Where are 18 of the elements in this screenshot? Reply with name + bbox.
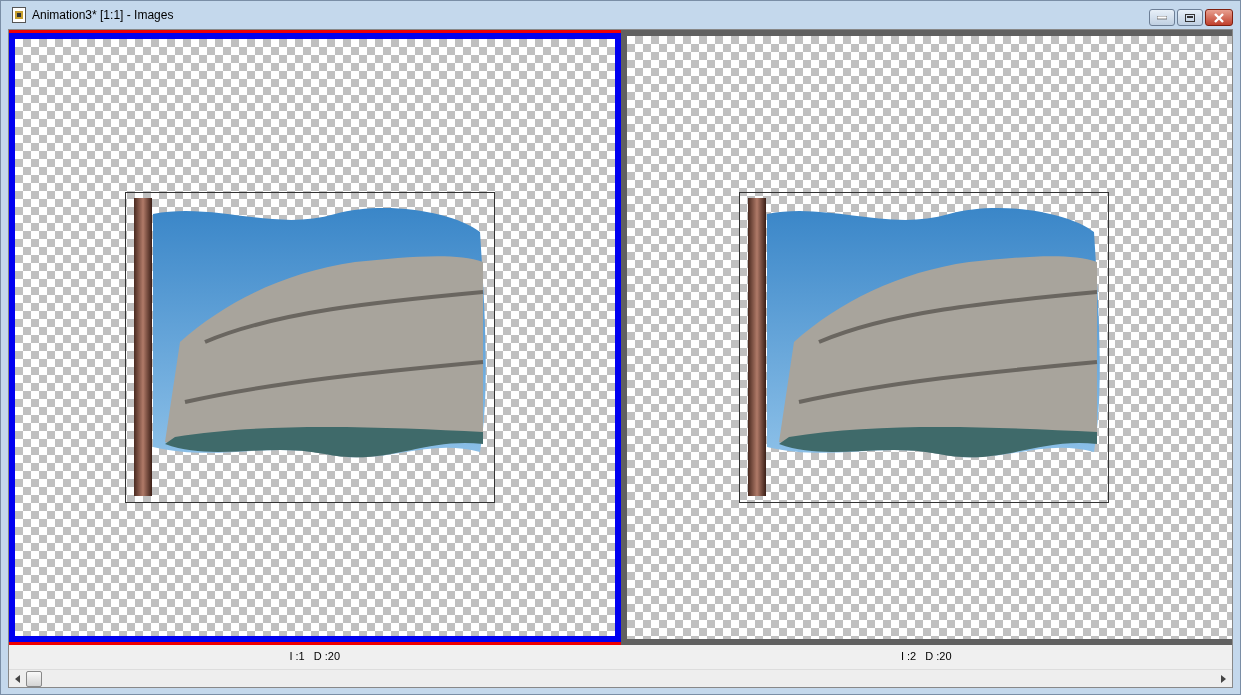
horizontal-scrollbar[interactable] xyxy=(9,669,1232,687)
close-icon xyxy=(1213,12,1225,23)
frame-index: I :1 xyxy=(289,650,305,662)
scroll-right-icon[interactable] xyxy=(1221,674,1226,683)
maximize-icon xyxy=(1185,13,1195,22)
frame-delay: D :20 xyxy=(925,650,952,662)
minimize-icon xyxy=(1157,15,1167,20)
animation-frame[interactable] xyxy=(9,33,621,642)
frame-index: I :2 xyxy=(900,650,917,662)
animation-frame[interactable] xyxy=(620,30,1232,645)
minimize-button[interactable] xyxy=(1149,9,1175,26)
scrollbar-thumb[interactable] xyxy=(26,670,42,687)
maximize-button[interactable] xyxy=(1177,9,1203,26)
scroll-left-icon[interactable] xyxy=(15,674,20,683)
app-icon xyxy=(12,7,26,23)
frame-delay: D :20 xyxy=(313,650,341,662)
close-button[interactable] xyxy=(1205,9,1233,26)
window-title: Animation3* [1:1] - Images xyxy=(32,8,174,22)
